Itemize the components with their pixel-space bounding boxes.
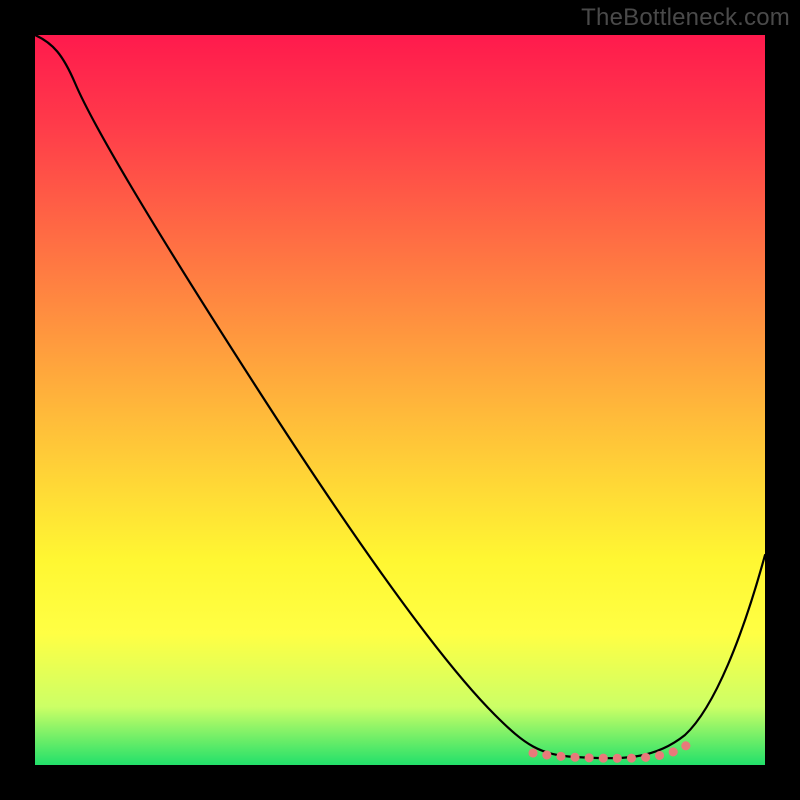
chart-frame: TheBottleneck.com — [0, 0, 800, 800]
plot-area — [35, 35, 765, 765]
curve-layer — [35, 35, 765, 765]
bottleneck-curve — [35, 35, 765, 758]
watermark-text: TheBottleneck.com — [581, 4, 790, 32]
